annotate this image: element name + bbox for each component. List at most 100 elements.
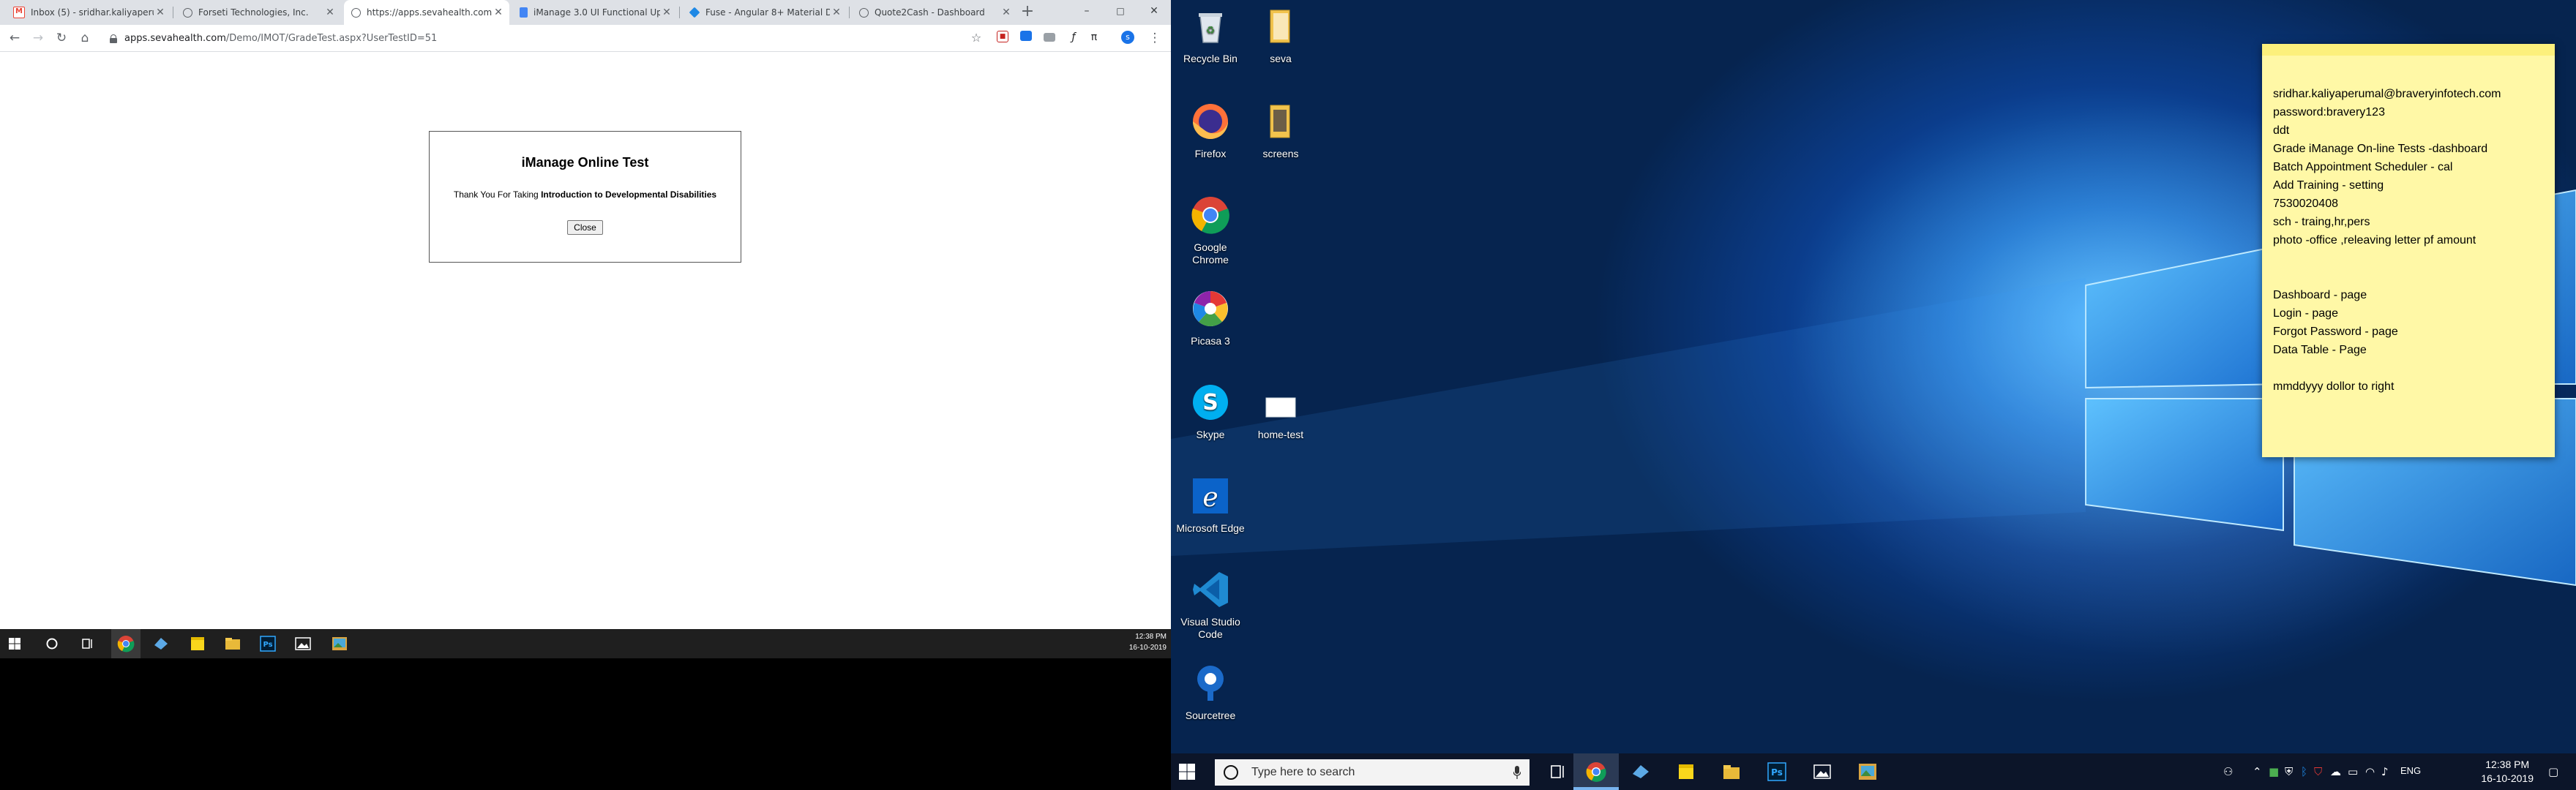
skype-bird-icon[interactable]	[1630, 761, 1651, 782]
tab-forseti[interactable]: Forseti Technologies, Inc. ✕	[176, 0, 341, 25]
desktop-icon-microsoft-edge[interactable]: e Microsoft Edge	[1175, 475, 1246, 535]
sticky-note[interactable]: sridhar.kaliyaperumal@braveryinfotech.co…	[2262, 44, 2555, 457]
reload-icon[interactable]: ↻	[53, 29, 70, 47]
icon-label: Skype	[1196, 429, 1225, 440]
tab-strip: M Inbox (5) - sridhar.kaliyaperum ✕ Fors…	[0, 0, 1171, 25]
sticky-note-header[interactable]	[2262, 44, 2555, 56]
dialog-message: Thank You For Taking Introduction to Dev…	[430, 189, 741, 200]
close-button[interactable]: Close	[567, 220, 603, 235]
tab-close-icon[interactable]: ✕	[830, 7, 843, 18]
extension-formula-icon[interactable]: ƒ	[1067, 31, 1080, 44]
left-monitor: M Inbox (5) - sridhar.kaliyaperum ✕ Fors…	[0, 0, 1171, 790]
chrome-icon[interactable]	[117, 635, 135, 652]
icon-label: Firefox	[1194, 148, 1227, 159]
desktop-icon-sourcetree[interactable]: Sourcetree	[1175, 663, 1246, 722]
file-explorer-icon[interactable]	[224, 635, 242, 652]
cortana-icon[interactable]	[45, 637, 59, 650]
file-explorer-icon[interactable]	[1721, 761, 1742, 782]
globe-icon	[859, 7, 869, 18]
new-tab-button[interactable]: +	[1017, 2, 1038, 20]
bookmark-star-icon[interactable]: ☆	[967, 29, 985, 47]
maximize-button[interactable]: □	[1104, 0, 1137, 22]
task-view-icon[interactable]	[80, 637, 94, 650]
desktop-icon-google-chrome[interactable]: Google Chrome	[1175, 195, 1246, 266]
note-line: 7530020408	[2273, 198, 2338, 210]
sticky-note-body[interactable]: sridhar.kaliyaperumal@braveryinfotech.co…	[2262, 56, 2555, 396]
photoshop-icon[interactable]: Ps	[259, 635, 277, 652]
desktop-icon-home-test[interactable]: home-test	[1246, 382, 1316, 441]
wifi-icon[interactable]: ◠	[2365, 765, 2375, 778]
note-line	[2273, 359, 2555, 377]
action-center-icon[interactable]: ▢	[2548, 765, 2558, 778]
window-close-button[interactable]: ✕	[1137, 0, 1171, 22]
tab-fuse-angular[interactable]: Fuse - Angular 8+ Material De ✕	[682, 0, 847, 25]
battery-icon[interactable]: ▭	[2348, 765, 2358, 778]
tab-quote2cash[interactable]: Quote2Cash - Dashboard ✕	[852, 0, 1017, 25]
photos-icon[interactable]	[294, 635, 312, 652]
forward-arrow-icon[interactable]: →	[29, 29, 47, 47]
security-icon[interactable]: ■	[2269, 765, 2279, 778]
bluetooth-icon[interactable]: ᛒ	[2301, 765, 2307, 778]
right-clock[interactable]: 12:38 PM 16-10-2019	[2481, 758, 2534, 786]
desktop-icon-vscode[interactable]: Visual Studio Code	[1175, 569, 1246, 641]
desktop-icon-skype[interactable]: S Skype	[1175, 382, 1246, 441]
windows-start-icon[interactable]	[1178, 763, 1196, 780]
tab-close-icon[interactable]: ✕	[660, 7, 673, 18]
tab-sevahealth-active[interactable]: https://apps.sevahealth.com/D ✕	[344, 0, 509, 25]
svg-text:Ps: Ps	[1771, 767, 1783, 778]
chrome-icon[interactable]	[1586, 761, 1606, 782]
tab-close-icon[interactable]: ✕	[1000, 7, 1013, 18]
note-line: Dashboard - page	[2273, 289, 2367, 301]
desktop-icon-firefox[interactable]: Firefox	[1175, 101, 1246, 160]
tab-close-icon[interactable]: ✕	[492, 7, 505, 18]
sticky-notes-icon[interactable]	[189, 635, 206, 652]
taskbar-search-box[interactable]: Type here to search	[1215, 759, 1530, 786]
image-viewer-icon[interactable]	[1857, 761, 1878, 782]
extension-shield-icon[interactable]: ■	[997, 31, 1008, 42]
windows-start-icon[interactable]	[9, 638, 20, 650]
chrome-browser-window: M Inbox (5) - sridhar.kaliyaperum ✕ Fors…	[0, 0, 1171, 629]
task-view-icon[interactable]	[1547, 761, 1568, 782]
profile-avatar[interactable]: s	[1121, 31, 1134, 44]
chevron-up-icon[interactable]: ⌃	[2253, 765, 2262, 778]
lock-icon[interactable]	[110, 34, 117, 43]
tab-close-icon[interactable]: ✕	[154, 7, 167, 18]
note-line: sridhar.kaliyaperumal@braveryinfotech.co…	[2273, 88, 2501, 100]
skype-bird-icon[interactable]	[152, 635, 170, 652]
photos-icon[interactable]	[1812, 761, 1832, 782]
desktop-icon-picasa[interactable]: Picasa 3	[1175, 288, 1246, 347]
extension-camera-icon[interactable]	[1044, 33, 1055, 42]
note-line: Data Table - Page	[2273, 344, 2367, 356]
tab-gmail-inbox[interactable]: M Inbox (5) - sridhar.kaliyaperum ✕	[6, 0, 171, 25]
search-placeholder: Type here to search	[1251, 766, 1355, 778]
language-indicator[interactable]: ENG	[2400, 765, 2421, 776]
search-icon	[1224, 765, 1238, 780]
desktop-icon-screens[interactable]: screens	[1246, 101, 1316, 160]
microphone-icon[interactable]	[1513, 766, 1521, 779]
people-icon[interactable]: ⚇	[2223, 765, 2233, 778]
note-line	[2273, 268, 2555, 286]
tab-imanage-doc[interactable]: iManage 3.0 UI Functional Upd ✕	[512, 0, 678, 25]
extension-pi-icon[interactable]: π	[1087, 31, 1101, 44]
test-complete-dialog: iManage Online Test Thank You For Taking…	[429, 131, 741, 263]
sticky-notes-icon[interactable]	[1676, 761, 1696, 782]
browser-toolbar: ← → ↻ ⌂ apps.sevahealth.com/Demo/IMOT/Gr…	[0, 25, 1171, 52]
onedrive-cloud-icon[interactable]: ☁	[2330, 765, 2341, 778]
image-viewer-icon[interactable]	[331, 635, 348, 652]
desktop-icon-recycle-bin[interactable]: ♻ Recycle Bin	[1175, 6, 1246, 65]
tab-close-icon[interactable]: ✕	[323, 7, 337, 18]
tab-separator	[679, 7, 680, 18]
volume-icon[interactable]: ♪	[2381, 765, 2389, 778]
extension-screen-icon[interactable]	[1020, 31, 1032, 41]
antivirus-shield-icon[interactable]: ⛉	[2314, 765, 2322, 778]
defender-icon[interactable]: ⛨	[2285, 765, 2293, 778]
minimize-button[interactable]: –	[1070, 0, 1104, 22]
left-clock[interactable]: 12:38 PM 16-10-2019	[1129, 631, 1167, 653]
icon-label: Recycle Bin	[1183, 53, 1238, 64]
desktop-icon-seva[interactable]: seva	[1246, 6, 1316, 65]
back-arrow-icon[interactable]: ←	[6, 29, 23, 47]
photoshop-icon[interactable]: Ps	[1767, 761, 1787, 782]
chrome-menu-icon[interactable]: ⋮	[1146, 29, 1164, 47]
home-icon[interactable]: ⌂	[76, 29, 94, 47]
address-bar[interactable]: apps.sevahealth.com/Demo/IMOT/GradeTest.…	[102, 29, 981, 48]
